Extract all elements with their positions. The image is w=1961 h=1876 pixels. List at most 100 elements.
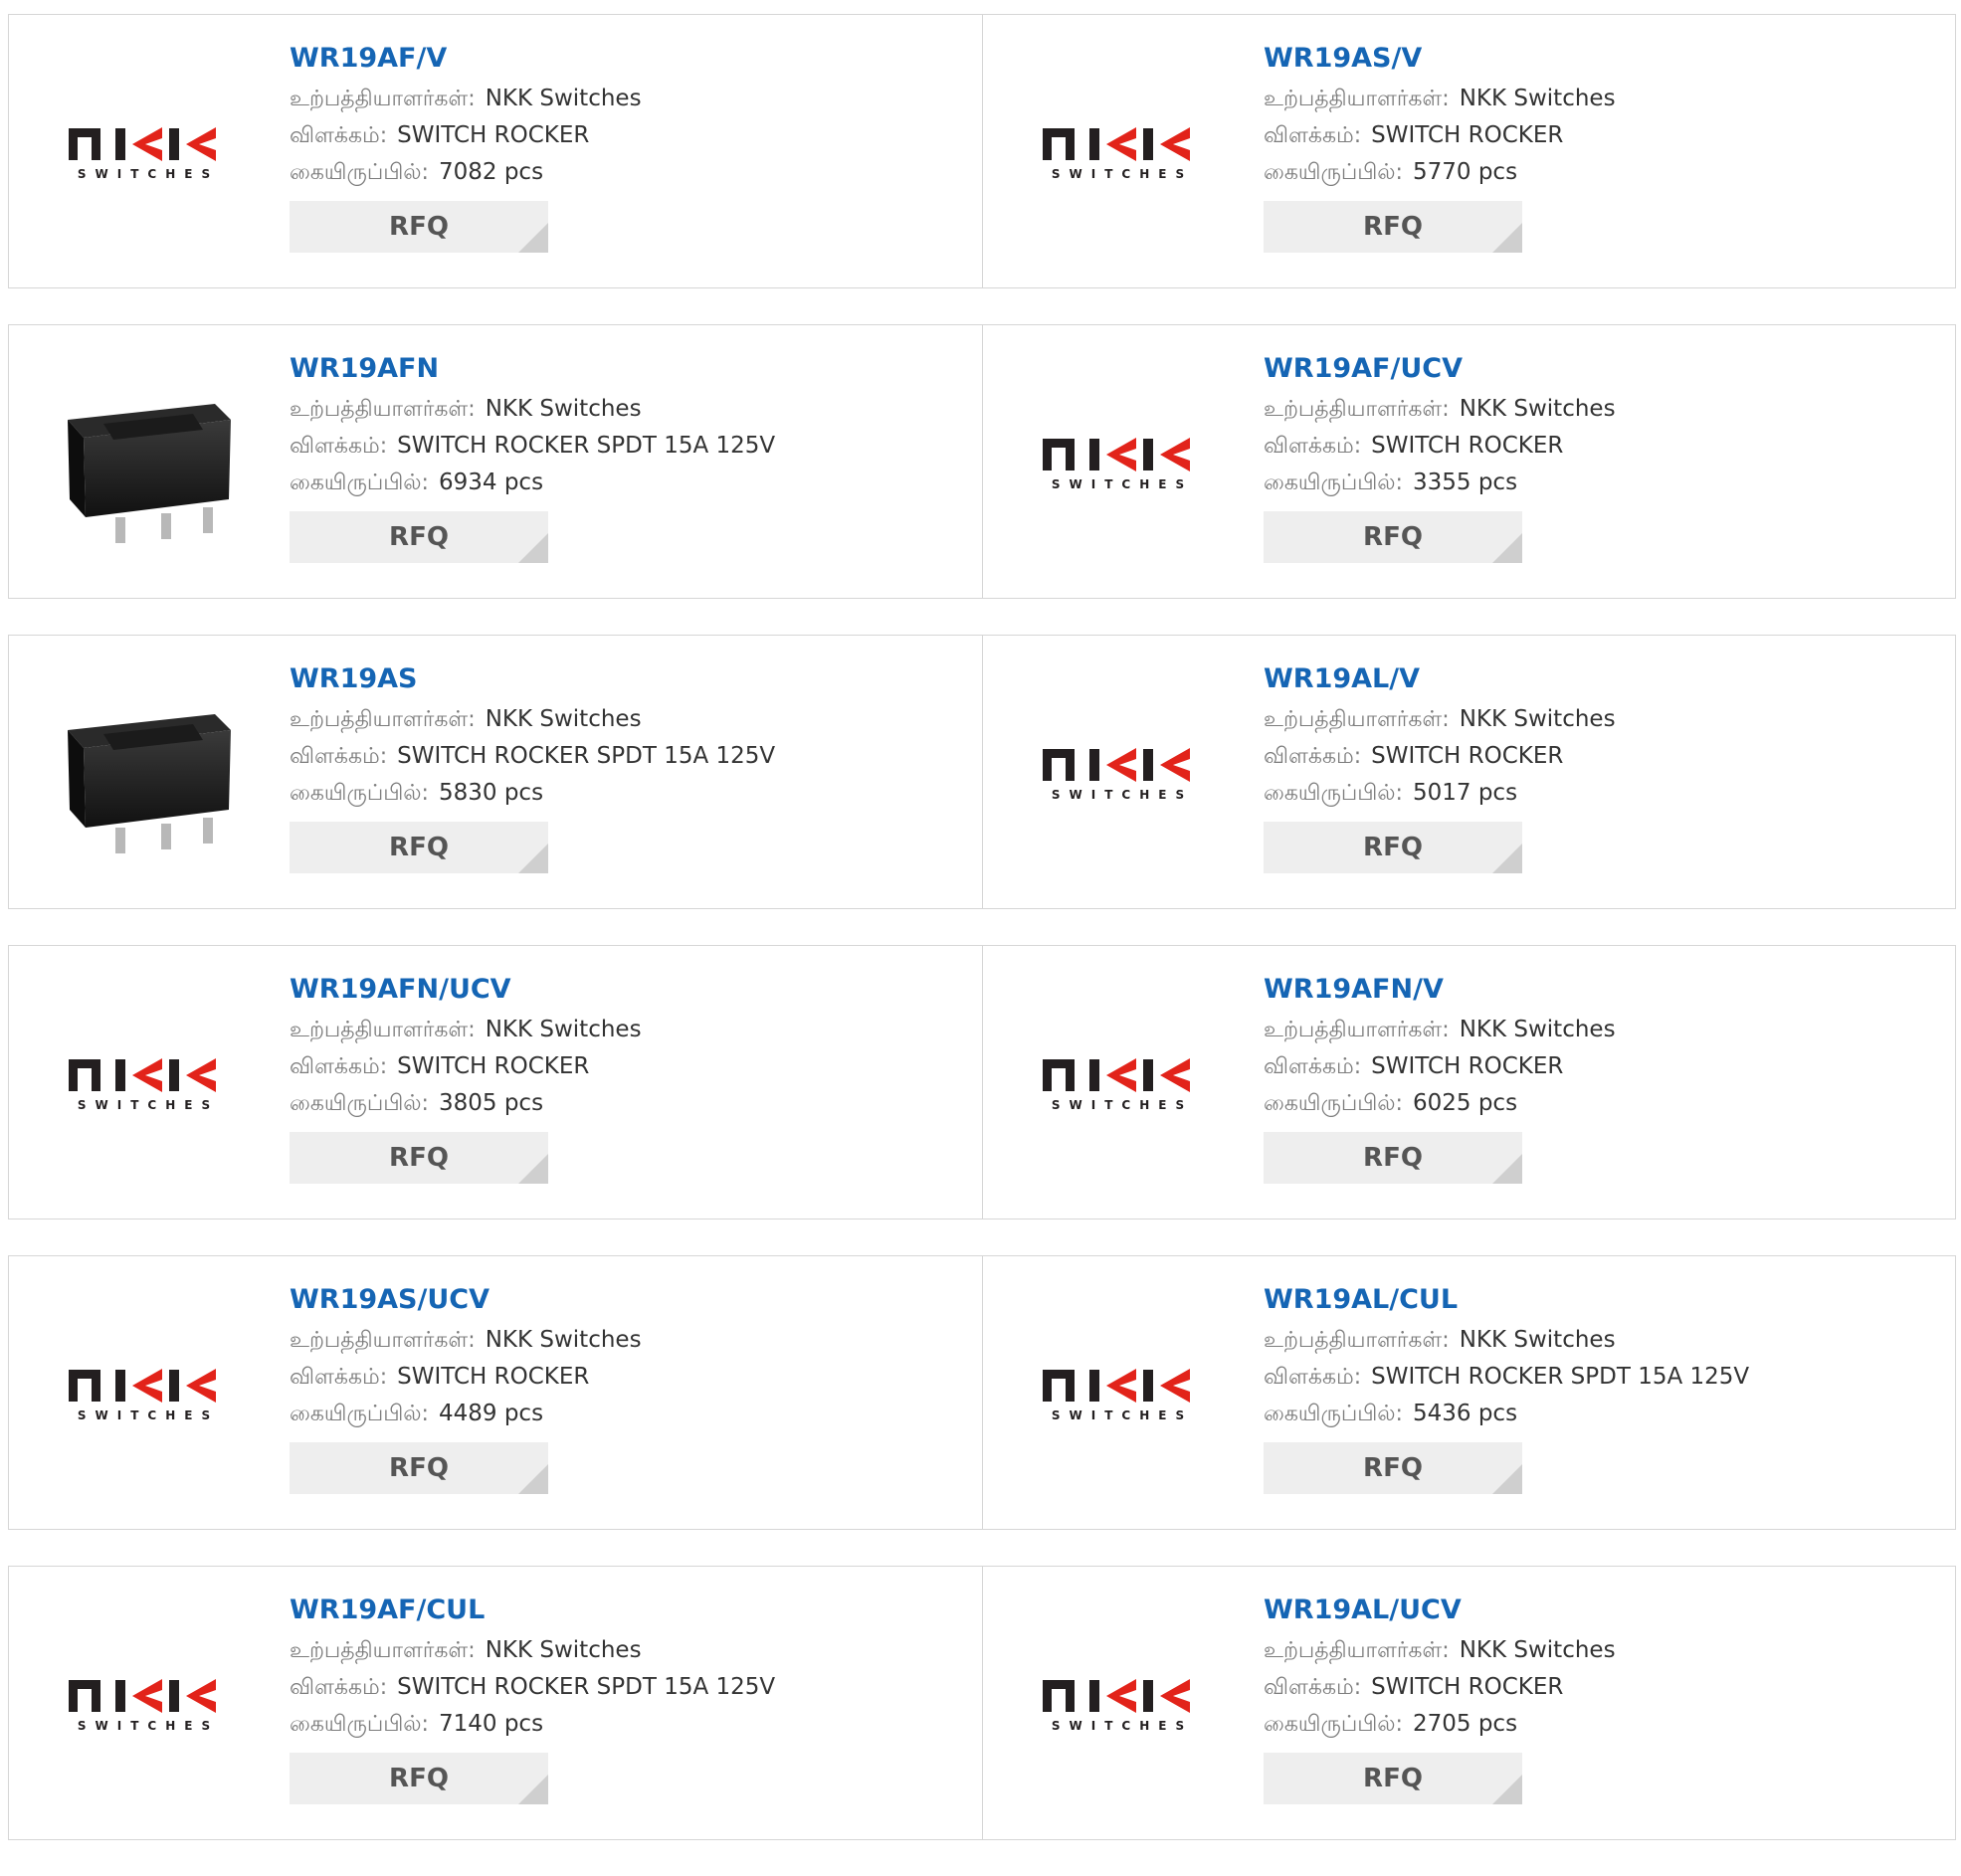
manufacturer-row: உற்பத்தியாளர்கள்: NKK Switches	[290, 1012, 972, 1048]
rfq-corner-triangle-icon	[1492, 1464, 1522, 1494]
description-value: SWITCH ROCKER	[397, 1053, 590, 1079]
product-info: WR19AL/CUL உற்பத்தியாளர்கள்: NKK Switches…	[1264, 1282, 1945, 1494]
manufacturer-row: உற்பத்தியாளர்கள்: NKK Switches	[1264, 81, 1945, 117]
part-number-link[interactable]: WR19AS/V	[1264, 41, 1945, 81]
stock-label: கையிருப்பில்:	[290, 1091, 429, 1116]
product-card: SWITCHES WR19AF/V உற்பத்தியாளர்கள்: NKK S…	[9, 15, 982, 287]
nkk-logo-image[interactable]: SWITCHES	[1021, 1602, 1224, 1805]
rocker-switch-photo[interactable]	[47, 671, 250, 874]
product-row: WR19AS உற்பத்தியாளர்கள்: NKK Switches விள…	[8, 635, 1956, 909]
description-value: SWITCH ROCKER	[1371, 1053, 1564, 1079]
product-row: SWITCHES WR19AFN/UCV உற்பத்தியாளர்கள்: NK…	[8, 945, 1956, 1219]
logo-subtext: SWITCHES	[1052, 167, 1193, 180]
stock-value: 3805 pcs	[438, 1090, 544, 1116]
nkk-logo-image[interactable]: SWITCHES	[47, 1292, 250, 1495]
rfq-corner-triangle-icon	[518, 1464, 548, 1494]
manufacturer-row: உற்பத்தியாளர்கள்: NKK Switches	[290, 701, 972, 738]
rocker-switch-photo[interactable]	[47, 361, 250, 564]
rfq-button[interactable]: RFQ	[290, 1132, 548, 1184]
product-card: WR19AFN உற்பத்தியாளர்கள்: NKK Switches வி…	[9, 325, 982, 598]
part-number-link[interactable]: WR19AFN/UCV	[290, 972, 972, 1012]
rfq-button[interactable]: RFQ	[1264, 822, 1522, 873]
description-value: SWITCH ROCKER	[1371, 1674, 1564, 1700]
part-number-link[interactable]: WR19AFN/V	[1264, 972, 1945, 1012]
product-card: SWITCHES WR19AL/CUL உற்பத்தியாளர்கள்: NKK…	[982, 1256, 1955, 1529]
rfq-button[interactable]: RFQ	[1264, 1132, 1522, 1184]
manufacturer-row: உற்பத்தியாளர்கள்: NKK Switches	[290, 1632, 972, 1669]
stock-label: கையிருப்பில்:	[290, 1712, 429, 1737]
rfq-label: RFQ	[1363, 1764, 1423, 1793]
product-card: SWITCHES WR19AS/V உற்பத்தியாளர்கள்: NKK S…	[982, 15, 1955, 287]
part-number-link[interactable]: WR19AS/UCV	[290, 1282, 972, 1322]
nkk-logo-image[interactable]: SWITCHES	[1021, 51, 1224, 254]
product-card: SWITCHES WR19AF/CUL உற்பத்தியாளர்கள்: NKK…	[9, 1567, 982, 1839]
product-info: WR19AS/UCV உற்பத்தியாளர்கள்: NKK Switches…	[290, 1282, 972, 1494]
stock-label: கையிருப்பில்:	[290, 1402, 429, 1426]
description-value: SWITCH ROCKER	[1371, 743, 1564, 769]
nkk-logo-image[interactable]: SWITCHES	[47, 1602, 250, 1805]
rfq-button[interactable]: RFQ	[1264, 1442, 1522, 1494]
rfq-button[interactable]: RFQ	[1264, 511, 1522, 563]
description-row: விளக்கம்: SWITCH ROCKER	[1264, 1048, 1945, 1085]
description-row: விளக்கம்: SWITCH ROCKER SPDT 15A 125V	[290, 428, 972, 465]
manufacturer-row: உற்பத்தியாளர்கள்: NKK Switches	[1264, 1012, 1945, 1048]
manufacturer-label: உற்பத்தியாளர்கள்:	[1264, 87, 1450, 111]
manufacturer-value: NKK Switches	[1459, 1017, 1616, 1042]
description-label: விளக்கம்:	[1264, 434, 1362, 459]
stock-value: 5436 pcs	[1412, 1401, 1518, 1426]
rfq-button[interactable]: RFQ	[290, 1442, 548, 1494]
part-number-link[interactable]: WR19AF/CUL	[290, 1593, 972, 1632]
nkk-logo-image[interactable]: SWITCHES	[1021, 671, 1224, 874]
product-card: SWITCHES WR19AL/UCV உற்பத்தியாளர்கள்: NKK…	[982, 1567, 1955, 1839]
product-info: WR19AFN/UCV உற்பத்தியாளர்கள்: NKK Switche…	[290, 972, 972, 1184]
rfq-button[interactable]: RFQ	[1264, 1753, 1522, 1804]
description-label: விளக்கம்:	[290, 1365, 388, 1390]
part-number-link[interactable]: WR19AL/V	[1264, 661, 1945, 701]
part-number-link[interactable]: WR19AF/UCV	[1264, 351, 1945, 391]
nkk-logo-image[interactable]: SWITCHES	[1021, 361, 1224, 564]
nkk-logo-image[interactable]: SWITCHES	[47, 51, 250, 254]
stock-label: கையிருப்பில்:	[1264, 1091, 1403, 1116]
rfq-button[interactable]: RFQ	[1264, 201, 1522, 253]
part-number-link[interactable]: WR19AFN	[290, 351, 972, 391]
rfq-corner-triangle-icon	[518, 1775, 548, 1804]
rfq-label: RFQ	[389, 1764, 449, 1793]
manufacturer-value: NKK Switches	[485, 396, 642, 422]
rfq-corner-triangle-icon	[1492, 844, 1522, 873]
product-row: WR19AFN உற்பத்தியாளர்கள்: NKK Switches வி…	[8, 324, 1956, 599]
nkk-logo-image[interactable]: SWITCHES	[1021, 982, 1224, 1185]
manufacturer-value: NKK Switches	[1459, 1327, 1616, 1353]
stock-row: கையிருப்பில்: 5770 pcs	[1264, 154, 1945, 191]
stock-value: 5770 pcs	[1412, 159, 1518, 185]
description-value: SWITCH ROCKER	[1371, 433, 1564, 459]
nkk-logo-image[interactable]: SWITCHES	[1021, 1292, 1224, 1495]
manufacturer-label: உற்பத்தியாளர்கள்:	[1264, 707, 1450, 732]
stock-row: கையிருப்பில்: 5436 pcs	[1264, 1396, 1945, 1432]
rfq-corner-triangle-icon	[518, 533, 548, 563]
stock-row: கையிருப்பில்: 3355 pcs	[1264, 465, 1945, 501]
logo-subtext: SWITCHES	[78, 167, 219, 180]
rfq-label: RFQ	[1363, 212, 1423, 242]
description-row: விளக்கம்: SWITCH ROCKER	[290, 1359, 972, 1396]
part-number-link[interactable]: WR19AF/V	[290, 41, 972, 81]
product-info: WR19AFN உற்பத்தியாளர்கள்: NKK Switches வி…	[290, 351, 972, 563]
nkk-logo-image[interactable]: SWITCHES	[47, 982, 250, 1185]
rfq-label: RFQ	[389, 833, 449, 862]
rfq-button[interactable]: RFQ	[290, 511, 548, 563]
logo-subtext: SWITCHES	[1052, 477, 1193, 490]
manufacturer-row: உற்பத்தியாளர்கள்: NKK Switches	[1264, 1322, 1945, 1359]
description-value: SWITCH ROCKER	[1371, 122, 1564, 148]
description-row: விளக்கம்: SWITCH ROCKER	[1264, 428, 1945, 465]
description-row: விளக்கம்: SWITCH ROCKER	[1264, 1669, 1945, 1706]
part-number-link[interactable]: WR19AL/UCV	[1264, 1593, 1945, 1632]
rfq-button[interactable]: RFQ	[290, 822, 548, 873]
manufacturer-row: உற்பத்தியாளர்கள்: NKK Switches	[290, 1322, 972, 1359]
part-number-link[interactable]: WR19AS	[290, 661, 972, 701]
rfq-button[interactable]: RFQ	[290, 201, 548, 253]
rfq-corner-triangle-icon	[1492, 533, 1522, 563]
manufacturer-label: உற்பத்தியாளர்கள்:	[290, 1328, 476, 1353]
part-number-link[interactable]: WR19AL/CUL	[1264, 1282, 1945, 1322]
rfq-button[interactable]: RFQ	[290, 1753, 548, 1804]
manufacturer-label: உற்பத்தியாளர்கள்:	[290, 1018, 476, 1042]
description-row: விளக்கம்: SWITCH ROCKER	[290, 1048, 972, 1085]
